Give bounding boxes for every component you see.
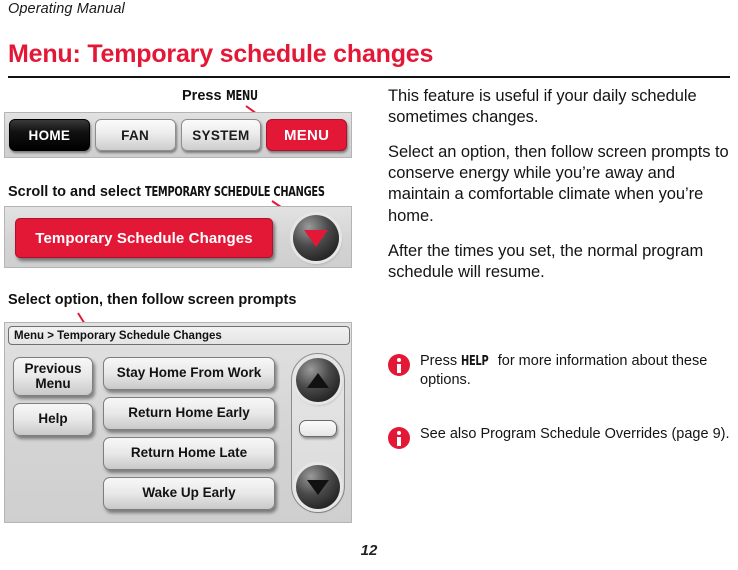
callout-press-menu: Press MENU — [182, 88, 263, 104]
option-wake-up-early[interactable]: Wake Up Early — [103, 477, 275, 510]
info-icon — [388, 354, 410, 376]
note-text: Press HELP for more information about th… — [420, 352, 732, 390]
scroll-down-button[interactable] — [293, 215, 339, 261]
title-rule — [8, 76, 730, 78]
thermostat-screen-tabbar: HOME FAN SYSTEM MENU — [4, 112, 352, 158]
note-prefix: Press — [420, 353, 462, 369]
callout-key-menu: MENU — [225, 89, 258, 104]
thermostat-screen-temporary-schedule-changes: Menu > Temporary Schedule Changes Previo… — [4, 322, 352, 523]
thermostat-screen-menu-list: Temporary Schedule Changes — [4, 206, 352, 268]
note-help: Press HELP for more information about th… — [388, 352, 732, 390]
previous-menu-button[interactable]: Previous Menu — [13, 357, 93, 396]
tab-fan[interactable]: FAN — [94, 119, 176, 151]
help-button[interactable]: Help — [13, 403, 93, 436]
running-head: Operating Manual — [8, 1, 125, 17]
paragraph-3: After the times you set, the normal prog… — [388, 241, 704, 281]
tab-system[interactable]: SYSTEM — [180, 119, 262, 151]
option-return-home-late[interactable]: Return Home Late — [103, 437, 275, 470]
triangle-down-icon — [304, 229, 328, 247]
scroll-thumb[interactable] — [299, 420, 337, 437]
callout-key-temporary-schedule-changes: TEMPORARY SCHEDULE CHANGES — [145, 185, 325, 200]
tab-home[interactable]: HOME — [9, 119, 90, 151]
menu-item-temporary-schedule-changes[interactable]: Temporary Schedule Changes — [15, 218, 273, 258]
triangle-up-icon — [307, 372, 329, 388]
scroll-up-button[interactable] — [296, 358, 340, 402]
callout-scroll-select: Scroll to and select TEMPORARY SCHEDULE … — [8, 184, 359, 200]
scroll-down-button[interactable] — [296, 465, 340, 509]
paragraph-2: Select an option, then follow screen pro… — [388, 143, 729, 225]
page-title: Menu: Temporary schedule changes — [8, 40, 434, 68]
callout-select-option: Select option, then follow screen prompt… — [8, 292, 297, 308]
note-key-help: HELP — [461, 354, 489, 369]
info-icon — [388, 427, 410, 449]
page-number: 12 — [360, 542, 378, 559]
breadcrumb: Menu > Temporary Schedule Changes — [8, 326, 350, 345]
tab-row: HOME FAN SYSTEM MENU — [5, 113, 351, 157]
callout-prefix: Scroll to and select — [8, 184, 145, 200]
note-text: See also Program Schedule Overrides (pag… — [420, 426, 730, 442]
paragraph-1: This feature is useful if your daily sch… — [388, 87, 697, 127]
option-return-home-early[interactable]: Return Home Early — [103, 397, 275, 430]
triangle-down-icon — [307, 479, 329, 495]
tab-menu[interactable]: MENU — [266, 119, 347, 151]
body-copy: This feature is useful if your daily sch… — [388, 86, 732, 297]
option-stay-home-from-work[interactable]: Stay Home From Work — [103, 357, 275, 390]
note-see-also: See also Program Schedule Overrides (pag… — [388, 425, 732, 449]
callout-prefix: Press — [182, 88, 226, 104]
